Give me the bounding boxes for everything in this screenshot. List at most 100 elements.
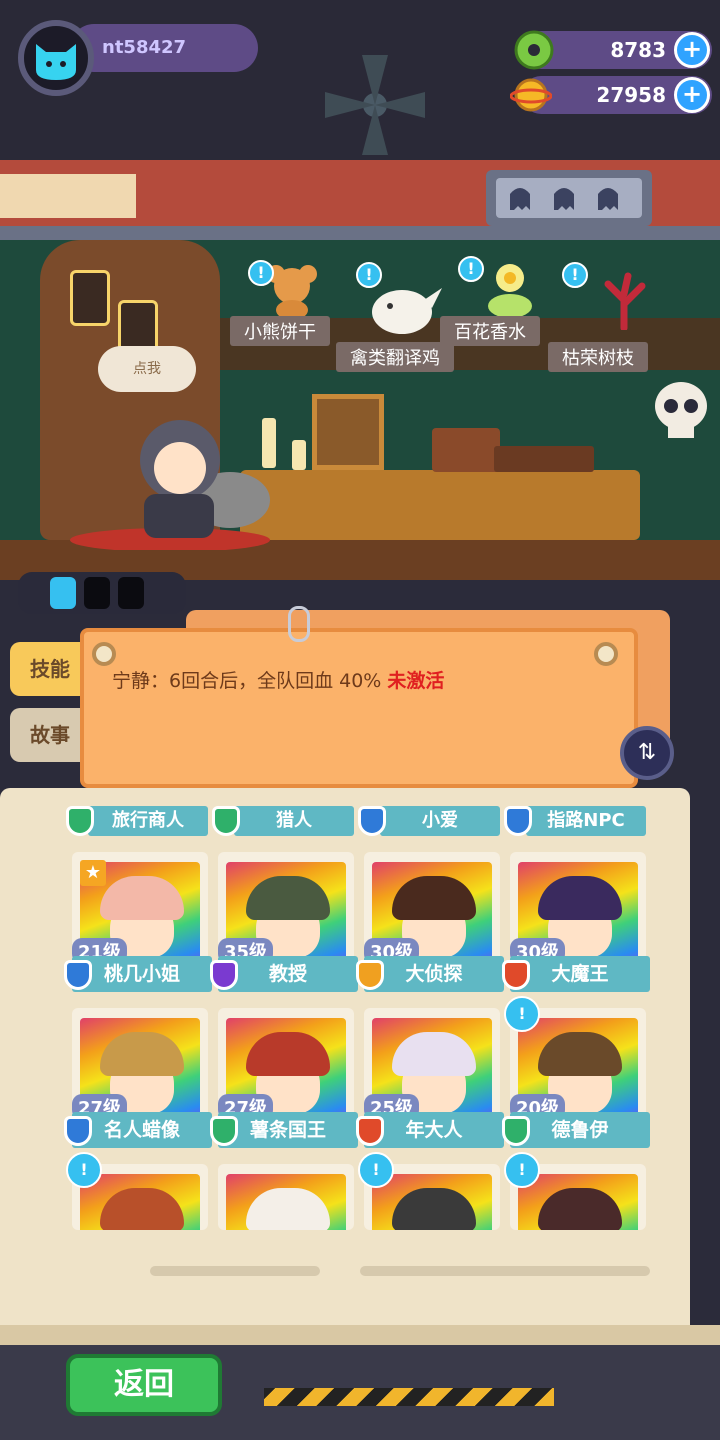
shield-icon <box>64 960 92 990</box>
red-branch-icon[interactable] <box>594 270 654 334</box>
shop-item-label: 百花香水 <box>440 316 540 346</box>
add-coin-button[interactable]: + <box>674 77 710 113</box>
skull-icon <box>648 380 714 446</box>
category-label[interactable]: 猎人 <box>234 806 354 836</box>
category-label[interactable]: 旅行商人 <box>88 806 208 836</box>
character-hair <box>392 876 476 920</box>
shop-ceiling <box>0 160 720 230</box>
white-chicken-icon[interactable] <box>366 278 444 342</box>
pin-icon <box>92 642 116 666</box>
cat-avatar-icon <box>36 44 76 80</box>
skill-status: 未激活 <box>387 670 445 692</box>
shield-icon <box>502 1116 530 1146</box>
character-hair <box>246 876 330 920</box>
blurred-footer <box>150 1262 650 1280</box>
character-portrait <box>80 1174 200 1230</box>
alert-bubble-icon: ! <box>356 262 382 288</box>
character-card[interactable]: 30级 大侦探 <box>356 852 504 992</box>
vent-panel <box>0 174 136 218</box>
character-card[interactable]: 27级 薯条国王 <box>210 1008 358 1148</box>
character-name: 桃几小姐 <box>72 956 212 992</box>
alert-bubble-icon: ! <box>358 1152 394 1188</box>
character-card[interactable]: 25级 年大人 <box>356 1008 504 1148</box>
gold-coin-planet-icon <box>509 74 553 114</box>
character-name: 德鲁伊 <box>510 1112 650 1148</box>
shield-icon <box>356 1116 384 1146</box>
character-hair <box>100 1032 184 1076</box>
npc-speech-bubble[interactable]: 点我 <box>98 346 196 392</box>
character-card[interactable]: 27级 名人蜡像 <box>64 1008 212 1148</box>
shop-counter <box>240 470 640 540</box>
character-hair <box>538 1032 622 1076</box>
shield-icon <box>504 806 532 836</box>
ceiling-fan-icon <box>320 50 430 160</box>
alert-bubble-icon: ! <box>248 260 274 286</box>
shield-icon <box>66 806 94 836</box>
character-hair <box>538 1188 622 1230</box>
shield-icon <box>356 960 384 990</box>
character-card[interactable]: 35级 教授 <box>210 852 358 992</box>
ceiling-rail <box>0 226 720 240</box>
treasure-chest <box>494 446 594 472</box>
shop-item-label: 小熊饼干 <box>230 316 330 346</box>
shopkeeper-npc[interactable] <box>60 400 270 554</box>
character-card[interactable] <box>218 1164 354 1230</box>
alert-bubble-icon: ! <box>504 996 540 1032</box>
green-donut-icon <box>514 30 554 70</box>
character-name: 大魔王 <box>510 956 650 992</box>
alert-bubble-icon: ! <box>504 1152 540 1188</box>
flower-perfume-icon[interactable] <box>478 260 542 324</box>
character-portrait <box>226 1174 346 1230</box>
character-name: 年大人 <box>364 1112 504 1148</box>
tab-story[interactable]: 故事 <box>10 708 90 762</box>
shield-icon <box>210 960 238 990</box>
skill-text: 宁静：6回合后，全队回血 40% <box>112 670 382 692</box>
character-hair <box>246 1032 330 1076</box>
charge-full-icon <box>50 577 76 609</box>
character-hair <box>392 1188 476 1230</box>
category-label[interactable]: 指路NPC <box>526 806 646 836</box>
alert-bubble-icon: ! <box>562 262 588 288</box>
lantern-icon <box>70 270 110 326</box>
character-name: 薯条国王 <box>218 1112 358 1148</box>
shield-icon <box>210 1116 238 1146</box>
character-name: 名人蜡像 <box>72 1112 212 1148</box>
character-hair <box>246 1188 330 1230</box>
shield-icon <box>358 806 386 836</box>
favorite-star-icon: ★ <box>80 860 106 886</box>
character-hair <box>538 876 622 920</box>
character-portrait <box>372 1174 492 1230</box>
shield-icon <box>64 1116 92 1146</box>
charge-empty-icon <box>118 577 144 609</box>
character-hair <box>392 1032 476 1076</box>
character-hair <box>100 1188 184 1230</box>
character-card[interactable]: ★ 21级 桃几小姐 <box>64 852 212 992</box>
portrait-frame <box>312 394 384 470</box>
character-name: 大侦探 <box>364 956 504 992</box>
shield-icon <box>212 806 240 836</box>
swap-button[interactable]: ⇅ <box>620 726 674 780</box>
shield-icon <box>502 960 530 990</box>
candle-icon <box>292 440 306 470</box>
paperclip-icon <box>288 606 310 642</box>
hazard-stripe <box>264 1388 554 1406</box>
category-label[interactable]: 小爱 <box>380 806 500 836</box>
alert-bubble-icon: ! <box>66 1152 102 1188</box>
shop-item-label: 禽类翻译鸡 <box>336 342 454 372</box>
player-name: nt58427 <box>70 24 258 72</box>
character-card[interactable]: 30级 大魔王 <box>502 852 650 992</box>
add-donut-button[interactable]: + <box>674 32 710 68</box>
player-avatar[interactable] <box>18 20 94 96</box>
pin-icon <box>594 642 618 666</box>
character-portrait <box>518 1174 638 1230</box>
character-name: 教授 <box>218 956 358 992</box>
alert-bubble-icon: ! <box>458 256 484 282</box>
book-stack <box>432 428 500 472</box>
character-hair <box>100 876 184 920</box>
shop-item-label: 枯荣树枝 <box>548 342 648 372</box>
back-button[interactable]: 返回 <box>66 1354 222 1416</box>
charge-empty-icon <box>84 577 110 609</box>
ghost-display <box>486 170 652 226</box>
skill-panel <box>80 628 638 788</box>
tab-skill[interactable]: 技能 <box>10 642 90 696</box>
